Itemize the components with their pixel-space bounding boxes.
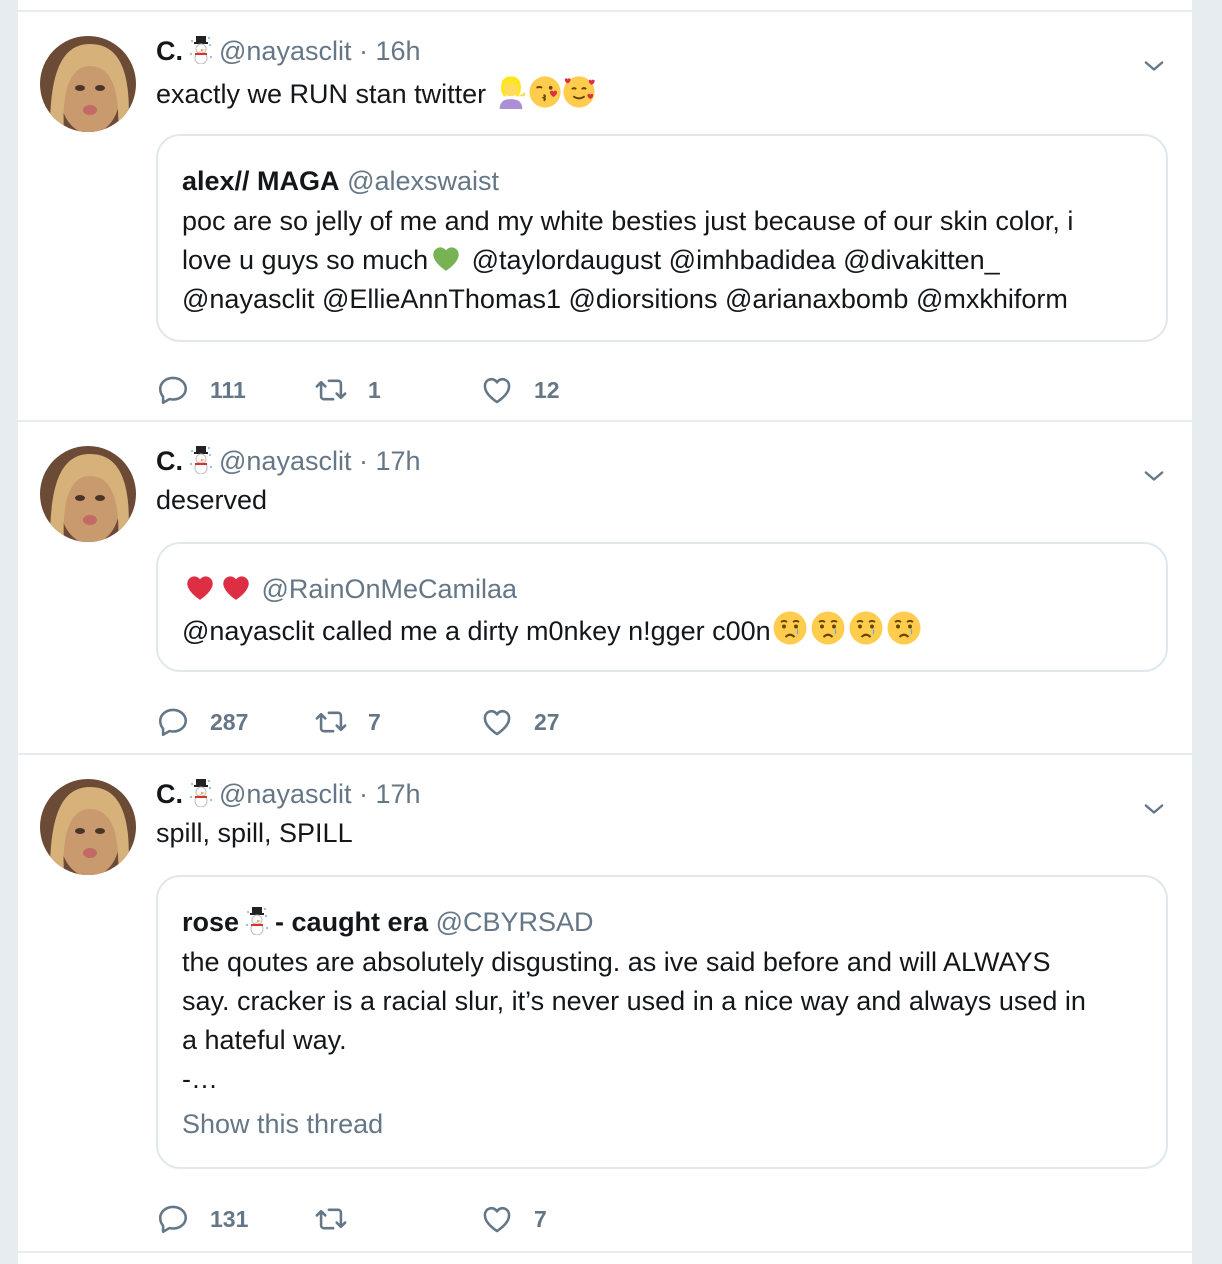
reply-count: 111 [210,376,246,403]
quoted-tweet-header: rose - caught era @CBYRSAD [182,907,594,937]
quoted-author-name-suffix: - caught era [275,907,429,937]
author-handle[interactable]: @nayasclit [219,779,351,809]
quoted-author-name: rose [182,907,240,937]
timestamp[interactable]: 17h [376,779,421,809]
quoted-text-line: @nayasclit @EllieAnnThomas1 @diorsitions… [182,284,1068,314]
woman-tipping-hand-emoji-icon [494,75,528,109]
author-handle[interactable]: @nayasclit [219,446,351,476]
quoted-tweet[interactable]: alex// MAGA @alexswaist poc are so jelly… [156,134,1168,342]
retweet-button[interactable] [314,1199,368,1239]
quoted-text-line: a hateful way. [182,1025,347,1055]
quoted-text-line: poc are so jelly of me and my white best… [182,206,1074,236]
tweet-text: spill, spill, SPILL [156,818,353,848]
quoted-text-segment: love u guys so much [182,245,429,275]
retweet-icon [314,705,348,739]
separator-dot: · [358,446,368,476]
quoted-text-line: the qoutes are absolutely disgusting. as… [182,947,1051,977]
retweet-button[interactable]: 1 [314,370,381,410]
chevron-down-icon[interactable] [1140,52,1168,80]
snowman-icon [189,779,213,807]
tweet[interactable]: C. @nayasclit · 17h deserved @RainOnMeCam… [18,422,1192,755]
red-heart-emoji-icon [182,570,218,604]
crying-face-emoji-icon [885,610,923,646]
reply-count: 131 [210,1205,249,1232]
tweet-actions: 111 1 12 [156,370,756,410]
quoted-author-handle: @RainOnMeCamilaa [261,574,518,604]
snowman-icon [189,36,213,64]
quoted-tweet-header: @RainOnMeCamilaa [182,570,517,604]
quoted-text-line: -… [182,1064,218,1094]
retweet-icon [314,1202,348,1236]
retweet-icon [314,373,348,407]
like-count: 7 [534,1205,547,1232]
timeline: C. @nayasclit · 16h exactly we RUN stan t… [18,0,1192,1264]
like-button[interactable]: 12 [480,370,560,410]
crying-face-emoji-icon [809,610,847,646]
tweet-text: deserved [156,485,268,515]
red-heart-emoji-icon [218,570,254,604]
quoted-tweet-header: alex// MAGA @alexswaist [182,166,499,196]
tweet-actions: 287 7 27 [156,702,756,742]
quoted-tweet[interactable]: @RainOnMeCamilaa @nayasclit called me a … [156,542,1168,672]
retweet-count: 7 [368,708,381,735]
reply-button[interactable]: 131 [156,1199,248,1239]
quoted-tweet[interactable]: rose - caught era @CBYRSAD the qoutes are… [156,875,1168,1169]
avatar[interactable] [40,446,136,542]
chevron-down-icon[interactable] [1140,462,1168,490]
quoted-text-line: love u guys so much @taylordaugust @imhb… [182,241,1132,280]
reply-icon [156,705,190,739]
quoted-author-name: alex// MAGA [182,166,340,196]
tweet-text: exactly we RUN stan twitter [156,75,596,109]
snowman-icon [245,907,269,935]
reply-icon [156,1202,190,1236]
like-button[interactable]: 7 [480,1199,547,1239]
tweet-header: C. @nayasclit · 17h [156,446,421,476]
retweet-button[interactable]: 7 [314,702,381,742]
snowman-icon [189,446,213,474]
like-button[interactable]: 27 [480,702,560,742]
crying-face-emoji-icon [847,610,885,646]
timestamp[interactable]: 16h [376,36,421,66]
tweet-header: C. @nayasclit · 16h [156,36,421,66]
reply-button[interactable]: 111 [156,370,246,410]
separator-dot: · [358,779,368,809]
show-thread-link[interactable]: Show this thread [182,1109,383,1140]
chevron-down-icon[interactable] [1140,795,1168,823]
timestamp[interactable]: 17h [376,446,421,476]
reply-icon [156,373,190,407]
author-handle[interactable]: @nayasclit [219,36,351,66]
avatar[interactable] [40,779,136,875]
tweet-actions: 131 7 [156,1199,756,1239]
heart-icon [480,373,514,407]
separator-dot: · [358,36,368,66]
quoted-author-handle: @CBYRSAD [435,907,594,937]
avatar[interactable] [40,36,136,132]
tweet[interactable]: C. @nayasclit · 16h exactly we RUN stan t… [18,12,1192,422]
reply-button[interactable]: 287 [156,702,248,742]
reply-count: 287 [210,708,249,735]
tweet-header: C. @nayasclit · 17h [156,779,421,809]
tweet[interactable]: C. @nayasclit · 17h spill, spill, SPILL r… [18,755,1192,1253]
quoted-text-line: @nayasclit called me a dirty m0nkey n!gg… [182,616,771,646]
like-count: 12 [534,376,560,403]
timeline-top-border [18,0,1192,12]
tweet-text-content: exactly we RUN stan twitter [156,79,487,109]
author-name[interactable]: C. [156,779,183,809]
quoted-tweet-text: the qoutes are absolutely disgusting. as… [182,943,1132,1099]
quoted-text-segment: @taylordaugust @imhbadidea @divakitten_ [471,245,1000,275]
quoted-tweet-text: @nayasclit called me a dirty m0nkey n!gg… [182,610,1132,651]
crying-face-emoji-icon [771,610,809,646]
smiling-face-with-hearts-emoji-icon [562,75,596,109]
face-blowing-kiss-emoji-icon [528,75,562,109]
heart-icon [480,705,514,739]
heart-icon [480,1202,514,1236]
quoted-text-line: say. cracker is a racial slur, it’s neve… [182,986,1086,1016]
author-name[interactable]: C. [156,36,183,66]
like-count: 27 [534,708,560,735]
green-heart-emoji-icon [428,241,464,275]
retweet-count: 1 [368,376,381,403]
quoted-tweet-text: poc are so jelly of me and my white best… [182,202,1132,319]
quoted-author-handle: @alexswaist [347,166,500,196]
author-name[interactable]: C. [156,446,183,476]
